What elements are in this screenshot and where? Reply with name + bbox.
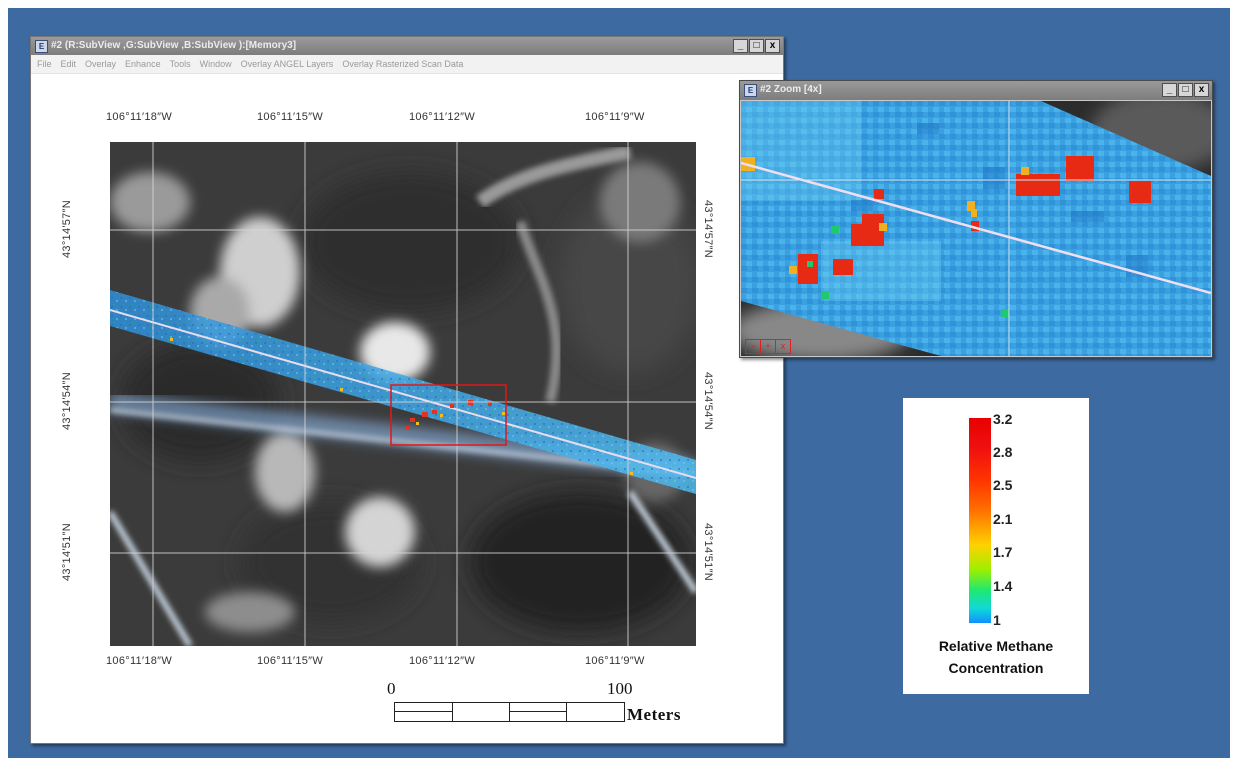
minimize-button[interactable]: _ bbox=[733, 39, 748, 53]
menu-edit[interactable]: Edit bbox=[61, 59, 77, 69]
scale-start-label: 0 bbox=[387, 679, 396, 698]
legend-tick: 1 bbox=[993, 612, 1001, 628]
lat-label-right-3: 43°14′51″N bbox=[702, 522, 715, 582]
lon-label-top-1: 106°11′18″W bbox=[106, 111, 173, 123]
menu-overlay-angel-layers[interactable]: Overlay ANGEL Layers bbox=[241, 59, 334, 69]
maximize-button[interactable]: □ bbox=[749, 39, 764, 53]
zoom-maximize-button[interactable]: □ bbox=[1178, 83, 1193, 97]
satellite-image-canvas[interactable] bbox=[110, 142, 696, 646]
zoom-window-title: #2 Zoom [4x] bbox=[760, 84, 822, 95]
lat-label-right-2: 43°14′54″N bbox=[702, 371, 715, 431]
legend-title-line2: Concentration bbox=[948, 660, 1044, 676]
main-window-title: #2 (R:SubView ,G:SubView ,B:SubView ):[M… bbox=[51, 40, 297, 51]
zoom-out-button[interactable]: − bbox=[746, 340, 761, 353]
legend-tick: 2.1 bbox=[993, 511, 1013, 527]
zoom-image bbox=[741, 101, 1211, 356]
legend-tick: 2.5 bbox=[993, 477, 1013, 493]
lat-label-left-1: 43°14′57″N bbox=[61, 199, 74, 259]
methane-legend: 3.2 2.8 2.5 2.1 1.7 1.4 1 Relative Metha… bbox=[903, 398, 1089, 694]
menu-overlay[interactable]: Overlay bbox=[85, 59, 116, 69]
lon-label-bottom-1: 106°11′18″W bbox=[106, 655, 173, 667]
lon-label-bottom-3: 106°11′12″W bbox=[409, 655, 476, 667]
menu-file[interactable]: File bbox=[37, 59, 52, 69]
app-icon: E bbox=[35, 40, 48, 53]
menu-enhance[interactable]: Enhance bbox=[125, 59, 161, 69]
main-window-titlebar[interactable]: E #2 (R:SubView ,G:SubView ,B:SubView ):… bbox=[31, 37, 783, 55]
menu-bar: File Edit Overlay Enhance Tools Window O… bbox=[31, 55, 783, 74]
zoom-controls: − + x bbox=[745, 339, 791, 354]
lat-label-right-1: 43°14′57″N bbox=[702, 199, 715, 259]
lon-label-bottom-2: 106°11′15″W bbox=[257, 655, 324, 667]
satellite-image bbox=[110, 142, 696, 646]
zoom-in-button[interactable]: + bbox=[761, 340, 776, 353]
main-image-window[interactable]: E #2 (R:SubView ,G:SubView ,B:SubView ):… bbox=[30, 36, 784, 744]
zoom-minimize-button[interactable]: _ bbox=[1162, 83, 1177, 97]
zoom-window-titlebar[interactable]: E #2 Zoom [4x] _ □ x bbox=[740, 81, 1212, 100]
legend-title-line1: Relative Methane bbox=[938, 638, 1054, 654]
menu-window[interactable]: Window bbox=[200, 59, 232, 69]
lon-label-top-2: 106°11′15″W bbox=[257, 111, 324, 123]
legend-colorbar bbox=[969, 418, 991, 623]
zoom-close-button[interactable]: x bbox=[1194, 83, 1209, 97]
menu-overlay-rasterized-scan-data[interactable]: Overlay Rasterized Scan Data bbox=[342, 59, 463, 69]
scale-unit-label: Meters bbox=[627, 705, 681, 724]
zoom-crosshair-button[interactable]: x bbox=[776, 340, 790, 353]
scale-end-label: 100 bbox=[607, 679, 633, 698]
legend-tick: 1.7 bbox=[993, 544, 1013, 560]
lat-label-left-3: 43°14′51″N bbox=[61, 522, 74, 582]
zoom-image-canvas[interactable]: − + x bbox=[741, 101, 1211, 356]
legend-tick: 2.8 bbox=[993, 444, 1013, 460]
close-button[interactable]: x bbox=[765, 39, 780, 53]
lat-label-left-2: 43°14′54″N bbox=[61, 371, 74, 431]
scale-bar bbox=[394, 702, 625, 722]
lon-label-bottom-4: 106°11′9″W bbox=[585, 655, 645, 667]
zoom-window[interactable]: E #2 Zoom [4x] _ □ x − + x bbox=[739, 80, 1213, 358]
lon-label-top-3: 106°11′12″W bbox=[409, 111, 476, 123]
legend-tick: 1.4 bbox=[993, 578, 1013, 594]
app-icon: E bbox=[744, 84, 757, 97]
lon-label-top-4: 106°11′9″W bbox=[585, 111, 645, 123]
legend-tick: 3.2 bbox=[993, 411, 1013, 427]
menu-tools[interactable]: Tools bbox=[170, 59, 191, 69]
